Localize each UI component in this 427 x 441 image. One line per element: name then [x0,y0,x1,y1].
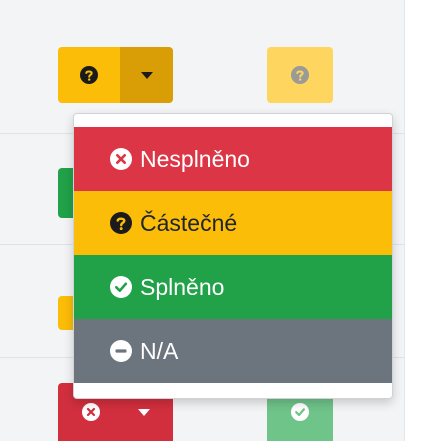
minus-circle-icon [110,340,132,362]
check-circle-icon [110,276,132,298]
status-button[interactable] [58,47,120,103]
question-circle-icon [80,66,98,84]
question-circle-icon [110,212,132,234]
status-dropdown-menu: Nesplněno Částečné Splněno N/A [73,113,393,399]
times-circle-icon [82,403,100,421]
menu-item-label: Částečné [140,209,238,236]
caret-down-icon [138,408,150,416]
caret-down-icon [140,71,153,79]
menu-item-nesplneno[interactable]: Nesplněno [74,127,392,191]
menu-item-label: Splněno [140,273,225,300]
dropdown-toggle-button[interactable] [120,47,173,103]
menu-item-splneno[interactable]: Splněno [74,255,392,319]
question-circle-icon [291,66,309,84]
menu-item-castecne[interactable]: Částečné [74,191,392,255]
check-circle-icon [291,403,309,421]
times-circle-icon [110,148,132,170]
menu-item-label: N/A [140,337,179,364]
scroll-gutter [404,0,427,441]
menu-item-na[interactable]: N/A [74,319,392,383]
status-badge [267,47,333,103]
status-split-button [58,47,173,103]
menu-item-label: Nesplněno [140,145,250,172]
